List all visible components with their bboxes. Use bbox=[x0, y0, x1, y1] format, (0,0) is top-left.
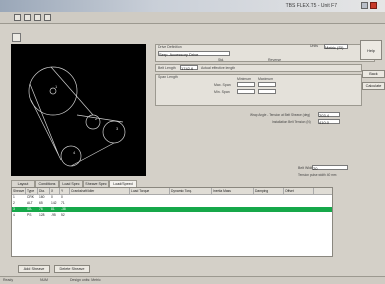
save-icon[interactable] bbox=[34, 14, 41, 21]
toolbar bbox=[0, 12, 385, 24]
cell: 142 bbox=[51, 201, 57, 205]
min-span-label: Min. Span bbox=[214, 90, 230, 94]
table-header: Sheave Type Dia. X Y Crankshaft/Idler Lo… bbox=[12, 188, 332, 195]
status-right: Design units: Metric bbox=[70, 278, 101, 282]
col-header[interactable]: Dia. bbox=[38, 188, 50, 194]
std-label: Std. bbox=[218, 58, 225, 62]
table-row[interactable]: 4 PS 128 -95 52 bbox=[12, 213, 332, 218]
drive-layout-canvas[interactable]: 1234 bbox=[11, 44, 146, 176]
span-length-header: Span Length bbox=[158, 75, 178, 79]
belt-width-note: Tension pulse width 40 mm bbox=[298, 173, 337, 177]
belt-length-note: Actual effective length bbox=[201, 66, 236, 70]
cell: 76 bbox=[39, 207, 43, 211]
tab-load-speed[interactable]: Load/Speed bbox=[109, 180, 137, 187]
close-icon[interactable] bbox=[370, 2, 377, 9]
drive-definition-header: Drive Definition bbox=[158, 45, 182, 49]
max-span-max-field[interactable] bbox=[258, 82, 276, 87]
table-row-selected[interactable]: 3 IDL 76 81 -38 bbox=[12, 207, 332, 212]
cell: 160 bbox=[39, 195, 45, 199]
cell: 1 bbox=[13, 195, 15, 199]
table-row[interactable]: 2 ALT 65 142 71 bbox=[12, 201, 332, 206]
cell: 0 bbox=[51, 195, 53, 199]
status-bar bbox=[0, 276, 385, 284]
delete-sheave-button[interactable]: Delete Sheave bbox=[54, 265, 90, 273]
tab-conditions[interactable]: Conditions bbox=[35, 180, 59, 187]
calculate-button[interactable]: Calculate bbox=[362, 82, 385, 90]
new-icon[interactable] bbox=[14, 14, 21, 21]
window-title: TBS FLEX.T5 - Unit F7 bbox=[285, 3, 337, 9]
col-header[interactable]: Inertia Mass bbox=[212, 188, 254, 194]
maximize-icon[interactable] bbox=[361, 2, 368, 9]
drive-type-select[interactable]: Serp. Accessory Drive bbox=[158, 51, 230, 57]
reverse-checkbox[interactable]: Reverse bbox=[268, 58, 281, 62]
cell: ALT bbox=[27, 201, 33, 205]
back-button[interactable]: Back bbox=[362, 70, 385, 78]
cell: -38 bbox=[61, 207, 66, 211]
belt-length-field[interactable]: 1742.6 bbox=[180, 65, 198, 71]
cell: 2 bbox=[13, 201, 15, 205]
status-left: Ready bbox=[3, 278, 14, 282]
minimum-col-label: Minimum bbox=[237, 77, 252, 81]
cell: 4 bbox=[13, 213, 15, 217]
col-header[interactable]: Load Torque bbox=[130, 188, 170, 194]
installation-tension-label: Installation Belt Tension (N) bbox=[272, 120, 311, 124]
svg-text:3: 3 bbox=[116, 126, 119, 131]
print-icon[interactable] bbox=[44, 14, 51, 21]
svg-text:1: 1 bbox=[55, 84, 58, 89]
col-header[interactable]: Dynamic Torq. bbox=[170, 188, 212, 194]
svg-text:4: 4 bbox=[73, 150, 76, 155]
tab-load-spec[interactable]: Load Spec bbox=[59, 180, 83, 187]
col-header[interactable]: Damping bbox=[254, 188, 284, 194]
tab-layout[interactable]: Layout bbox=[11, 180, 35, 187]
cell: PS bbox=[27, 213, 32, 217]
cell: 81 bbox=[51, 207, 55, 211]
wrap-angle-label: Wrap Angle - Tension at Belt Sheave (deg… bbox=[250, 113, 311, 117]
min-span-max-field[interactable] bbox=[258, 89, 276, 94]
cell: 52 bbox=[61, 213, 65, 217]
tensioner-pulley bbox=[60, 145, 82, 167]
cell: 3 bbox=[13, 207, 15, 211]
col-header[interactable]: Y bbox=[60, 188, 70, 194]
col-header[interactable]: Offset bbox=[284, 188, 314, 194]
units-label: Units bbox=[310, 44, 318, 48]
cell: IDL bbox=[27, 207, 33, 211]
col-header[interactable]: X bbox=[50, 188, 60, 194]
sheave-table[interactable]: Sheave Type Dia. X Y Crankshaft/Idler Lo… bbox=[11, 187, 333, 257]
col-header[interactable]: Sheave bbox=[12, 188, 26, 194]
cell: 128 bbox=[39, 213, 45, 217]
belt-width-field[interactable]: 20 bbox=[312, 165, 348, 171]
sheave-tool-icon[interactable] bbox=[12, 33, 21, 42]
cell: 71 bbox=[61, 201, 65, 205]
cell: CRK bbox=[27, 195, 34, 199]
installation-tension-field[interactable]: 410.0 bbox=[318, 119, 340, 125]
alternator-pulley bbox=[102, 120, 126, 144]
add-sheave-button[interactable]: Add Sheave bbox=[18, 265, 50, 273]
units-select[interactable]: Metric (SI) bbox=[324, 44, 348, 50]
open-icon[interactable] bbox=[24, 14, 31, 21]
help-button[interactable]: Help bbox=[360, 40, 382, 60]
maximum-col-label: Maximum bbox=[258, 77, 274, 81]
wrap-angle-field[interactable]: 203.4 bbox=[318, 112, 340, 118]
min-span-min-field[interactable] bbox=[237, 89, 255, 94]
col-header[interactable]: Type bbox=[26, 188, 38, 194]
tab-sheave-spec[interactable]: Sheave Spec bbox=[83, 180, 109, 187]
table-row[interactable]: 1 CRK 160 0 0 bbox=[12, 195, 332, 200]
crank-pulley bbox=[28, 66, 78, 116]
max-span-min-field[interactable] bbox=[237, 82, 255, 87]
cell: 65 bbox=[39, 201, 43, 205]
col-header[interactable]: Crankshaft/Idler bbox=[70, 188, 130, 194]
max-span-label: Max. Span bbox=[214, 83, 231, 87]
cell: 0 bbox=[61, 195, 63, 199]
belt-drive-diagram: 1234 bbox=[28, 66, 126, 167]
belt-length-label: Belt Length bbox=[158, 66, 176, 70]
status-mid: NUM bbox=[40, 278, 48, 282]
cell: -95 bbox=[51, 213, 56, 217]
